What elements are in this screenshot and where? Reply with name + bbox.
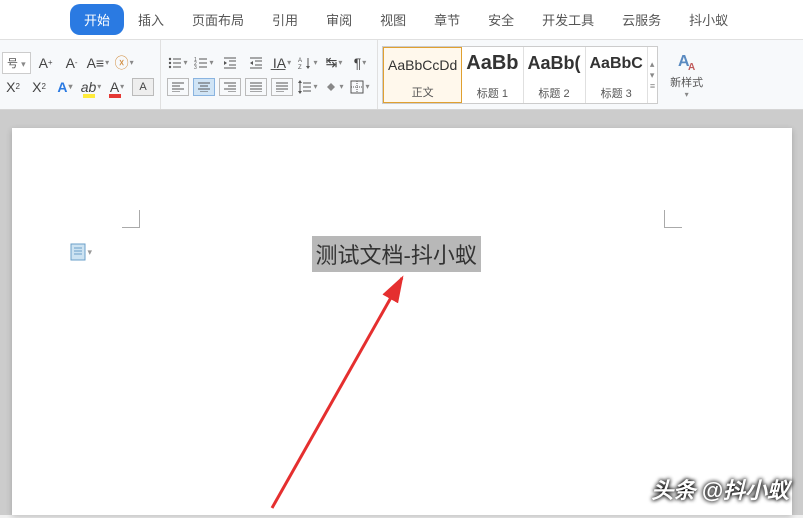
bullets-button[interactable]: ▾ [167, 51, 189, 75]
group-font: 号 ▾ A+ A- A≡▾ ⓧ▾ X2 X2 A▾ ab▾ A▾ A [0, 40, 161, 109]
menu-tabs: 开始 插入 页面布局 引用 审阅 视图 章节 安全 开发工具 云服务 抖小蚁 [0, 0, 803, 40]
style-preview: AaBbC [590, 49, 643, 79]
shading-button[interactable]: ▾ [323, 75, 345, 99]
tab-symbol-button[interactable]: ↹▾ [323, 51, 345, 75]
document-area: ▾ 测试文档-抖小蚁 [0, 110, 803, 515]
style-label: 标题 1 [477, 85, 508, 101]
tab-insert[interactable]: 插入 [124, 4, 178, 35]
new-style-icon: AA [676, 50, 698, 72]
tab-douxiaoyi[interactable]: 抖小蚁 [675, 4, 742, 35]
styles-gallery: AaBbCcDd 正文 AaBb 标题 1 AaBb( 标题 2 AaBbC 标… [382, 46, 658, 104]
align-right-button[interactable] [219, 78, 241, 96]
text-direction-button[interactable]: I̲A̲▾ [271, 51, 293, 75]
svg-text:3: 3 [194, 65, 197, 70]
svg-text:Z: Z [298, 65, 302, 70]
line-spacing-button[interactable]: ▾ [297, 75, 319, 99]
new-style-button[interactable]: AA 新样式▾ [662, 50, 711, 99]
styles-scroll-up[interactable]: ▴ [650, 59, 655, 70]
tab-chapter[interactable]: 章节 [420, 4, 474, 35]
char-shading-button[interactable]: A [132, 78, 154, 96]
tab-layout[interactable]: 页面布局 [178, 4, 258, 35]
superscript-button[interactable]: X2 [28, 75, 50, 99]
show-marks-button[interactable]: ¶▾ [349, 51, 371, 75]
tab-devtools[interactable]: 开发工具 [528, 4, 608, 35]
tab-reference[interactable]: 引用 [258, 4, 312, 35]
group-paragraph: ▾ 123▾ I̲A̲▾ AZ▾ ↹▾ ¶▾ [161, 40, 378, 109]
nav-pane-icon[interactable]: ▾ [70, 243, 93, 261]
styles-scroll-down[interactable]: ▾ [650, 70, 655, 81]
tab-start[interactable]: 开始 [70, 4, 124, 35]
style-preview: AaBb( [528, 49, 581, 79]
change-case-button[interactable]: A≡▾ [87, 51, 110, 75]
margin-corner-tr [664, 210, 682, 228]
document-page[interactable]: ▾ 测试文档-抖小蚁 [12, 128, 792, 515]
style-preview: AaBbCcDd [388, 50, 457, 80]
subscript-button[interactable]: X2 [2, 75, 24, 99]
align-left-button[interactable] [167, 78, 189, 96]
grow-font-button[interactable]: A+ [35, 51, 57, 75]
style-preview: AaBb [466, 49, 518, 79]
style-label: 正文 [412, 84, 434, 100]
style-heading2[interactable]: AaBb( 标题 2 [524, 47, 586, 103]
align-distribute-button[interactable] [271, 78, 293, 96]
margin-corner-tl [122, 210, 140, 228]
sort-button[interactable]: AZ▾ [297, 51, 319, 75]
font-size-select[interactable]: 号 ▾ [2, 52, 31, 74]
align-justify-button[interactable] [245, 78, 267, 96]
decrease-indent-button[interactable] [219, 51, 241, 75]
tab-cloud[interactable]: 云服务 [608, 4, 675, 35]
tab-security[interactable]: 安全 [474, 4, 528, 35]
style-heading1[interactable]: AaBb 标题 1 [462, 47, 523, 103]
svg-text:A: A [298, 58, 302, 64]
shrink-font-button[interactable]: A- [61, 51, 83, 75]
style-heading3[interactable]: AaBbC 标题 3 [586, 47, 648, 103]
styles-expand[interactable]: ≡ [650, 81, 655, 91]
svg-text:A: A [688, 62, 695, 72]
annotation-arrow [262, 268, 462, 518]
highlight-button[interactable]: ab▾ [80, 75, 102, 99]
numbering-button[interactable]: 123▾ [193, 51, 215, 75]
style-label: 标题 3 [601, 85, 632, 101]
align-center-button[interactable] [193, 78, 215, 96]
text-effects-button[interactable]: A▾ [54, 75, 76, 99]
ribbon-toolbar: 号 ▾ A+ A- A≡▾ ⓧ▾ X2 X2 A▾ ab▾ A▾ A ▾ 123… [0, 40, 803, 110]
font-color-button[interactable]: A▾ [106, 75, 128, 99]
style-normal[interactable]: AaBbCcDd 正文 [383, 47, 462, 103]
style-label: 标题 2 [538, 85, 569, 101]
watermark-text: 头条 @抖小蚁 [651, 473, 789, 505]
document-selected-text[interactable]: 测试文档-抖小蚁 [312, 236, 481, 272]
increase-indent-button[interactable] [245, 51, 267, 75]
tab-review[interactable]: 审阅 [312, 4, 366, 35]
borders-button[interactable]: ▾ [349, 75, 371, 99]
clear-format-button[interactable]: ⓧ▾ [113, 51, 135, 75]
tab-view[interactable]: 视图 [366, 4, 420, 35]
